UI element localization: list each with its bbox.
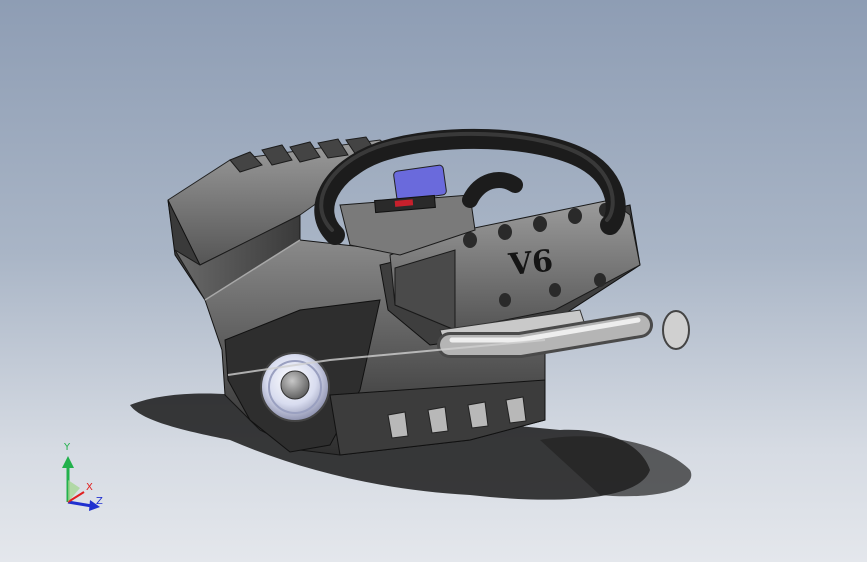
- triad-z-label: Z: [96, 496, 103, 507]
- exhaust-outlet: [662, 310, 690, 350]
- engine-label-v6: V6: [506, 244, 555, 284]
- engine-model[interactable]: V6: [0, 0, 867, 562]
- z-axis-icon: [67, 500, 93, 508]
- throttle-body: [393, 164, 447, 202]
- triad-y-label: Y: [64, 442, 71, 453]
- triad-x-label: X: [86, 482, 93, 493]
- axis-triad: Y X Z: [52, 440, 112, 520]
- pulley-hub: [280, 370, 310, 400]
- graphics-viewport[interactable]: V6 Y X Z: [0, 0, 867, 562]
